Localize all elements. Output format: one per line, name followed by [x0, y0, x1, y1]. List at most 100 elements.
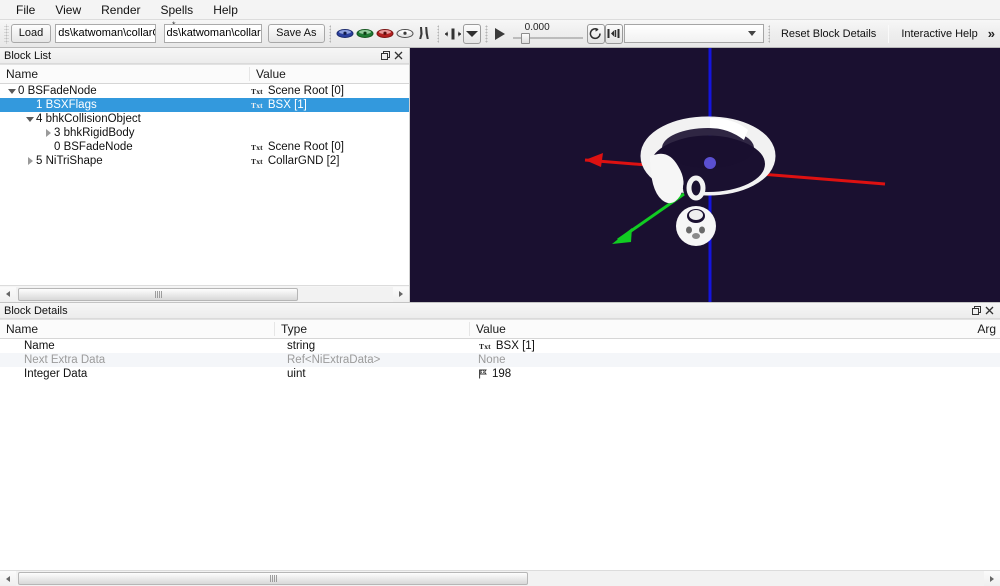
- hscroll-track[interactable]: [16, 571, 984, 586]
- menu-bar: File View Render Spells Help: [0, 0, 1000, 20]
- viewport-canvas: [410, 48, 1000, 302]
- block-details-row[interactable]: Name string Txt BSX [1]: [0, 339, 1000, 353]
- block-list-titlebar: Block List: [0, 48, 409, 64]
- play-button[interactable]: [494, 27, 505, 40]
- toolbar-separator-4: [767, 24, 770, 43]
- block-list-row-value-cell: Txt Scene Root [0]: [250, 141, 409, 153]
- red-eye-icon[interactable]: [375, 24, 395, 44]
- block-list-row-label: 0 BSFadeNode: [18, 85, 97, 97]
- column-header-name[interactable]: Name: [0, 67, 250, 81]
- loop-icon[interactable]: [586, 23, 605, 44]
- interactive-help-button[interactable]: Interactive Help: [894, 26, 984, 42]
- save-path-field[interactable]: ds\katwoman\collarGND.nif: [163, 24, 263, 43]
- block-list-hscrollbar[interactable]: [0, 285, 409, 302]
- block-list-header: Name Value: [0, 64, 409, 84]
- chevron-down-icon: [747, 31, 756, 36]
- block-list-row-name-cell: 1 BSXFlags: [0, 99, 250, 111]
- block-details-hscrollbar[interactable]: [0, 570, 1000, 586]
- center-axis-icon[interactable]: [443, 24, 463, 44]
- walk-icon[interactable]: [415, 24, 433, 44]
- expander-closed-icon[interactable]: [42, 127, 54, 139]
- block-list-row-name-cell: 4 bhkCollisionObject: [0, 113, 250, 125]
- details-column-type[interactable]: Type: [275, 322, 470, 336]
- hscroll-thumb[interactable]: [18, 287, 298, 301]
- block-list-title: Block List: [4, 49, 52, 62]
- load-path-field[interactable]: ds\katwoman\collarGND.nif: [55, 24, 156, 43]
- block-list-row-value: Scene Root [0]: [267, 85, 344, 97]
- ping-pong-icon[interactable]: [604, 23, 623, 44]
- blue-eye-icon[interactable]: [335, 24, 355, 44]
- hscroll-track[interactable]: [16, 286, 393, 302]
- details-value: BSX [1]: [495, 340, 535, 352]
- toolbar-overflow-button[interactable]: »: [985, 27, 998, 40]
- nifskope-window: File View Render Spells Help Load ds\kat…: [0, 0, 1000, 586]
- menu-item-file[interactable]: File: [6, 0, 45, 20]
- close-panel-icon[interactable]: [392, 49, 405, 62]
- save-as-button[interactable]: Save As: [268, 24, 325, 43]
- slider-handle[interactable]: [520, 32, 530, 44]
- details-value-cell[interactable]: 198: [470, 368, 1000, 380]
- block-list-row-label: 3 bhkRigidBody: [54, 127, 135, 139]
- block-list-row[interactable]: 0 BSFadeNode Txt Scene Root [0]: [0, 140, 409, 154]
- close-panel-icon[interactable]: [983, 304, 996, 317]
- block-details-row[interactable]: Integer Data uint 198: [0, 367, 1000, 381]
- block-list-row-value-cell: Txt Scene Root [0]: [250, 85, 409, 97]
- upper-split: Block List Name Value 0 BSFadeNode Txt Sce…: [0, 48, 1000, 302]
- block-list-row-label: 0 BSFadeNode: [54, 141, 133, 153]
- menu-item-spells[interactable]: Spells: [151, 0, 204, 20]
- details-value-cell[interactable]: Txt BSX [1]: [470, 340, 1000, 352]
- block-details-header: Name Type Value Arg: [0, 319, 1000, 339]
- block-list-row-value: Scene Root [0]: [267, 141, 344, 153]
- details-column-name[interactable]: Name: [0, 322, 275, 336]
- block-list-row-name-cell: 0 BSFadeNode: [0, 141, 250, 153]
- block-list-row-value-cell: Txt BSX [1]: [250, 99, 409, 111]
- toolbar-separator-1: [328, 24, 331, 43]
- animation-slider[interactable]: 0.000: [512, 21, 583, 45]
- menu-item-view[interactable]: View: [45, 0, 91, 20]
- details-value-cell[interactable]: None: [470, 354, 1000, 366]
- green-eye-icon[interactable]: [355, 24, 375, 44]
- flag-icon: [478, 369, 488, 379]
- animation-time-label: 0.000: [524, 21, 550, 33]
- expander-open-icon[interactable]: [6, 85, 18, 97]
- menu-item-help[interactable]: Help: [203, 0, 248, 20]
- dropdown-arrow-icon[interactable]: [463, 23, 482, 44]
- expander-open-icon[interactable]: [24, 113, 36, 125]
- toolbar-separator-3: [485, 24, 488, 43]
- block-list-tree[interactable]: 0 BSFadeNode Txt Scene Root [0] 1 BSXFlags T…: [0, 84, 409, 285]
- menu-item-render[interactable]: Render: [91, 0, 150, 20]
- details-name-cell: Integer Data: [24, 368, 88, 380]
- grey-eye-icon[interactable]: [395, 24, 415, 44]
- animation-controls: 0.000: [492, 21, 583, 45]
- load-button[interactable]: Load: [10, 24, 52, 43]
- block-list-row[interactable]: 0 BSFadeNode Txt Scene Root [0]: [0, 84, 409, 98]
- block-list-row-label: 4 bhkCollisionObject: [36, 113, 141, 125]
- hscroll-thumb[interactable]: [18, 572, 528, 585]
- float-panel-icon[interactable]: [970, 304, 983, 317]
- column-header-value[interactable]: Value: [250, 67, 409, 81]
- block-details-row[interactable]: Next Extra Data Ref<NiExtraData> None: [0, 353, 1000, 367]
- block-list-row[interactable]: 4 bhkCollisionObject: [0, 112, 409, 126]
- scroll-left-icon[interactable]: [0, 571, 16, 586]
- animation-select[interactable]: [623, 24, 764, 43]
- scroll-right-icon[interactable]: [984, 571, 1000, 586]
- details-column-arg[interactable]: Arg: [974, 322, 1000, 336]
- block-details-table[interactable]: Name string Txt BSX [1] Next Extra Data Ref<N…: [0, 339, 1000, 570]
- toolbar-separator-2: [436, 24, 440, 43]
- block-list-row-name-cell: 5 NiTriShape: [0, 155, 250, 167]
- block-list-row[interactable]: 5 NiTriShape Txt CollarGND [2]: [0, 154, 409, 168]
- expander-closed-icon[interactable]: [24, 155, 36, 167]
- block-list-row[interactable]: 3 bhkRigidBody: [0, 126, 409, 140]
- txt-type-icon: Txt: [251, 86, 263, 96]
- details-name-cell: Name: [24, 340, 55, 352]
- txt-type-icon: Txt: [251, 156, 263, 166]
- block-list-row[interactable]: 1 BSXFlags Txt BSX [1]: [0, 98, 409, 112]
- txt-type-icon: Txt: [251, 142, 263, 152]
- 3d-viewport[interactable]: [410, 48, 1000, 302]
- details-column-value[interactable]: Value: [470, 322, 974, 336]
- reset-block-details-button[interactable]: Reset Block Details: [774, 26, 883, 42]
- toolbar-grip[interactable]: [4, 23, 9, 44]
- float-panel-icon[interactable]: [379, 49, 392, 62]
- scroll-right-icon[interactable]: [393, 286, 409, 302]
- scroll-left-icon[interactable]: [0, 286, 16, 302]
